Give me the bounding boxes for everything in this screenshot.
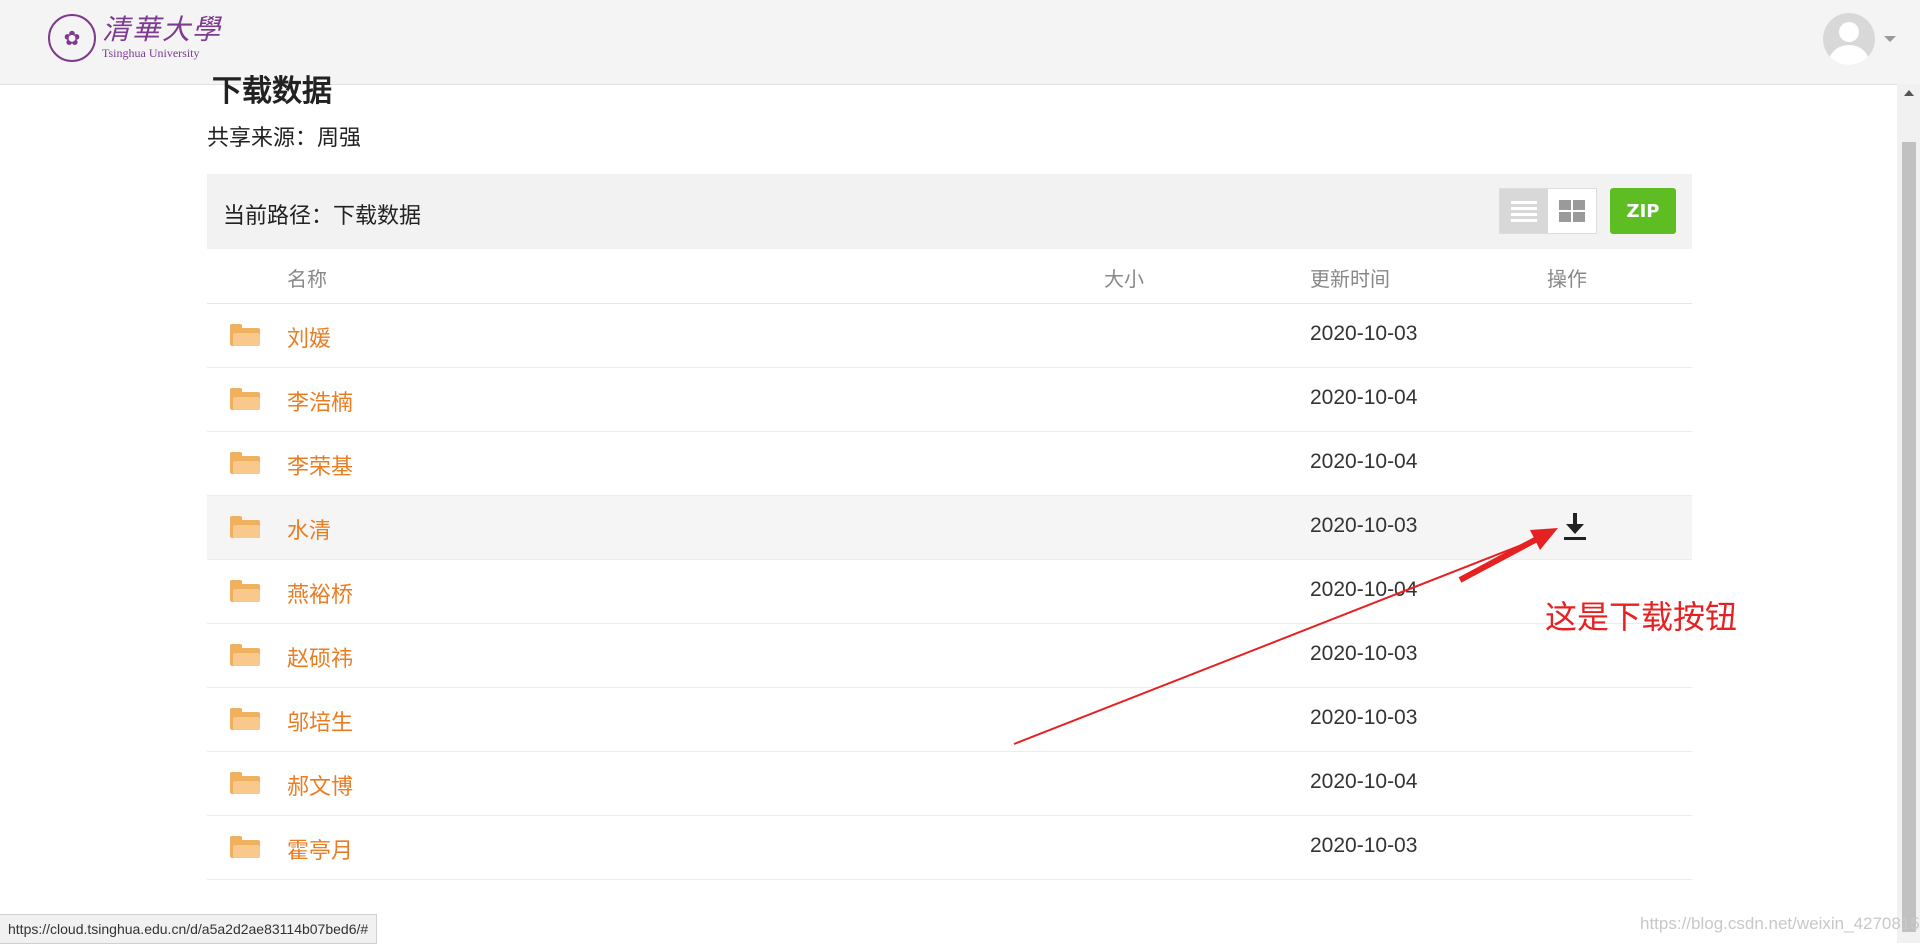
annotation-arrow <box>1013 528 1558 745</box>
scroll-up-icon[interactable] <box>1904 90 1914 96</box>
scroll-thumb[interactable] <box>1902 142 1916 932</box>
status-bar-url: https://cloud.tsinghua.edu.cn/d/a5a2d2ae… <box>0 914 378 944</box>
vertical-scrollbar[interactable] <box>1897 84 1920 943</box>
annotation-label: 这是下载按钮 <box>1545 598 1738 636</box>
arrow-line <box>1013 538 1538 745</box>
watermark: https://blog.csdn.net/weixin_42708150 <box>1640 914 1920 933</box>
